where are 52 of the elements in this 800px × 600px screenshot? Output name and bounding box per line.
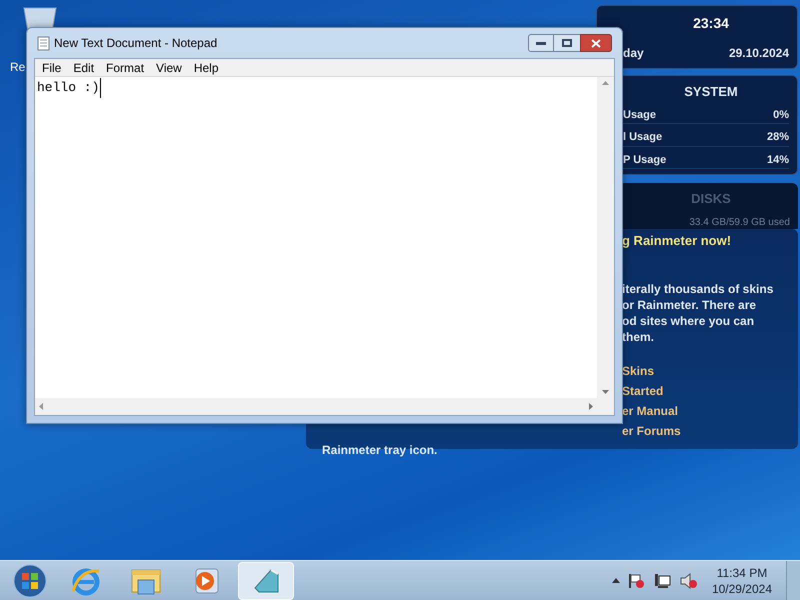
close-icon [591,38,601,48]
welcome-link[interactable]: er Manual [622,400,678,420]
taskbar-time: 11:34 PM [716,564,768,580]
minimize-button[interactable] [528,34,554,52]
usage-label: l Usage [623,130,662,145]
menu-item[interactable]: Edit [67,58,100,76]
scroll-right-icon[interactable] [589,403,593,410]
vertical-scrollbar[interactable] [597,77,614,398]
start-orb-icon [13,564,47,598]
clock-time: 23:34 [693,14,729,33]
menu-item[interactable]: File [36,58,68,76]
document-text: hello :) [37,78,102,98]
weekday-label: day [623,45,644,62]
window-title: New Text Document - Notepad [54,35,218,52]
widget-title: SYSTEM [684,83,738,101]
welcome-link[interactable]: Skins [622,360,654,380]
scroll-down-icon[interactable] [602,390,609,394]
text-area[interactable]: hello :) [35,77,597,398]
maximize-button[interactable] [554,34,580,52]
welcome-link[interactable]: er Forums [622,420,681,440]
network-icon[interactable] [654,572,672,588]
welcome-text-line: or Rainmeter. There are [622,296,758,312]
show-hidden-icons-icon[interactable] [612,578,620,583]
usage-value: 28% [766,130,789,145]
welcome-text-line: od sites where you can [622,312,756,328]
menu-item[interactable]: Format [100,58,150,76]
menu-item[interactable]: View [150,58,188,76]
usage-label: Usage [623,108,656,122]
taskbar-date: 10/29/2024 [712,580,772,596]
widget-title: DISKS [691,190,731,208]
welcome-footer-text: Rainmeter tray icon. [322,442,438,458]
usage-value: 0% [773,108,789,122]
welcome-text-line: them. [622,328,656,344]
welcome-text-line: iterally thousands of skins [622,280,774,296]
welcome-title: g Rainmeter now! [622,232,732,250]
notepad-title-icon [37,36,50,50]
disk-usage-label: 33.4 GB/59.9 GB used [689,216,790,230]
usage-value: 14% [766,152,789,168]
muted-speaker-icon[interactable] [680,572,698,588]
scroll-up-icon[interactable] [602,81,609,85]
minimize-icon [536,42,546,44]
flag-alert-icon[interactable] [628,572,646,588]
horizontal-scrollbar[interactable] [35,398,597,415]
usage-label: P Usage [623,152,666,168]
maximize-icon [562,39,572,47]
menu-item[interactable]: Help [188,58,225,76]
close-button[interactable] [580,34,612,52]
date-label: 29.10.2024 [728,45,789,62]
welcome-link[interactable]: Started [622,380,664,400]
desktop-icon-label[interactable]: Re [10,58,26,76]
scroll-left-icon[interactable] [39,403,43,410]
taskbar-button[interactable] [238,562,294,600]
